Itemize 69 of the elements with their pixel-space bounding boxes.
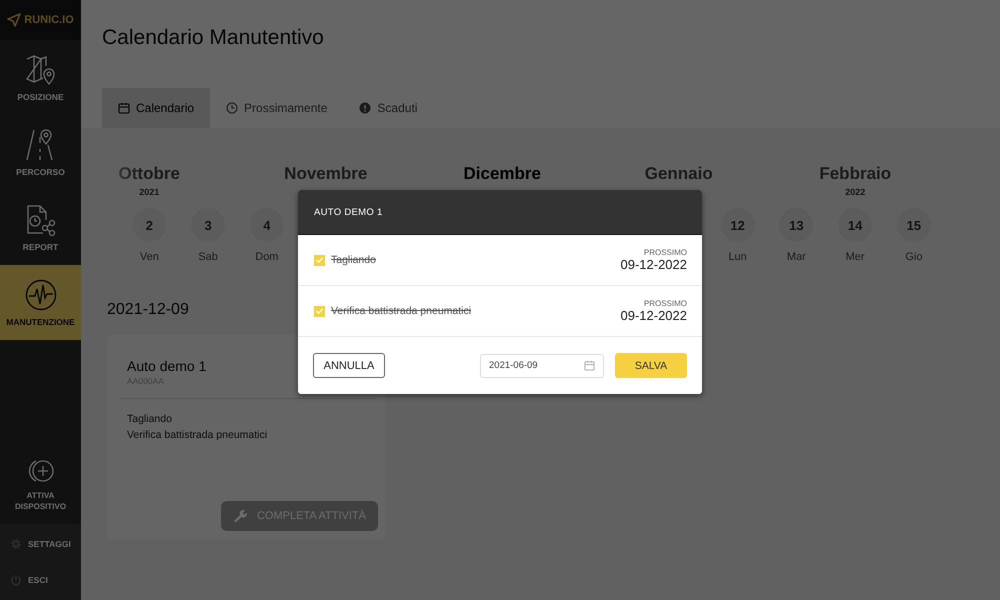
- next-caption: PROSSIMO: [644, 248, 687, 257]
- heartbeat-icon: [24, 278, 56, 310]
- month-label[interactable]: Ottobre: [118, 164, 180, 184]
- tab[interactable]: Scaduti: [343, 88, 434, 128]
- clock-icon: [226, 102, 238, 114]
- footer-nav-item[interactable]: ESCI: [0, 562, 81, 598]
- nav-label: PERCORSO: [16, 166, 65, 176]
- tab[interactable]: Calendario: [102, 88, 210, 128]
- alert-icon: [359, 102, 372, 114]
- month-label[interactable]: Novembre: [284, 164, 368, 184]
- tab[interactable]: Prossimamente: [210, 88, 344, 128]
- year-label: 2021: [139, 187, 160, 197]
- weekday-label: Mer: [846, 251, 865, 263]
- checkbox[interactable]: [314, 254, 325, 266]
- logo-text: RUNIC.IO: [24, 14, 74, 26]
- modal-title: AUTO DEMO 1: [314, 206, 383, 218]
- month-label[interactable]: Gennaio: [644, 164, 713, 184]
- weekday-label: Mar: [786, 251, 806, 263]
- nav-label: ATTIVA DISPOSITIVO: [14, 490, 68, 512]
- day-circle[interactable]: 13: [779, 208, 814, 242]
- day-circle[interactable]: 14: [838, 208, 872, 242]
- page-title: Calendario Manutentivo: [102, 26, 325, 50]
- date-field[interactable]: 2021-06-09: [480, 354, 604, 378]
- footer-label: SETTAGGI: [28, 539, 71, 549]
- day-circle[interactable]: 3: [191, 208, 226, 242]
- document-share-icon: [24, 204, 56, 236]
- next-date: 09-12-2022: [620, 257, 687, 272]
- map-pin-icon: [24, 54, 56, 86]
- day-circle[interactable]: 4: [250, 208, 284, 242]
- cancel-button[interactable]: ANNULLA: [313, 353, 385, 378]
- task-label: Verifica battistrada pneumatici: [127, 428, 268, 443]
- weekday-label: Lun: [728, 251, 747, 263]
- weekday-label: Sab: [198, 251, 218, 263]
- date-value: 2021-06-09: [489, 360, 538, 371]
- next-date: 09-12-2022: [620, 308, 687, 323]
- add-circle-icon: [26, 458, 54, 484]
- next-caption: PROSSIMO: [644, 299, 687, 308]
- gear-icon: [10, 538, 22, 550]
- task-label: Tagliando: [127, 412, 172, 427]
- task-label: Tagliando: [331, 254, 377, 266]
- calendar-icon: [584, 360, 595, 371]
- year-label: 2022: [845, 187, 866, 197]
- nav-item[interactable]: MANUTENZIONE: [0, 265, 81, 340]
- paper-plane-icon: [7, 13, 22, 27]
- weekday-label: Dom: [255, 251, 278, 263]
- logo[interactable]: RUNIC.IO: [0, 0, 81, 40]
- nav-label: REPORT: [22, 242, 58, 252]
- nav-item[interactable]: PERCORSO: [0, 115, 81, 190]
- checkbox[interactable]: [314, 306, 325, 316]
- month-label[interactable]: Febbraio: [819, 164, 892, 184]
- month-label[interactable]: Dicembre: [464, 164, 541, 184]
- nav-label: POSIZIONE: [17, 92, 64, 102]
- task-label: Verifica battistrada pneumatici: [331, 305, 472, 317]
- weekday-label: Ven: [140, 251, 159, 263]
- footer-nav-item[interactable]: SETTAGGI: [0, 526, 81, 562]
- weekday-label: Gio: [905, 251, 922, 263]
- day-circle[interactable]: 2: [132, 208, 166, 242]
- nav-item[interactable]: REPORT: [0, 190, 81, 265]
- nav-label: MANUTENZIONE: [6, 316, 75, 326]
- activate-device-button[interactable]: ATTIVA DISPOSITIVO: [0, 446, 81, 524]
- selected-date: 2021-12-09: [107, 301, 189, 319]
- wrench-icon: [232, 509, 247, 523]
- footer-label: ESCI: [28, 575, 48, 585]
- vehicle-name: Auto demo 1: [127, 358, 206, 374]
- day-circle[interactable]: 15: [896, 208, 931, 242]
- save-button[interactable]: SALVA: [615, 353, 687, 378]
- calendar-icon: [118, 102, 130, 114]
- nav-item[interactable]: POSIZIONE: [0, 40, 81, 115]
- day-circle[interactable]: 12: [720, 208, 755, 242]
